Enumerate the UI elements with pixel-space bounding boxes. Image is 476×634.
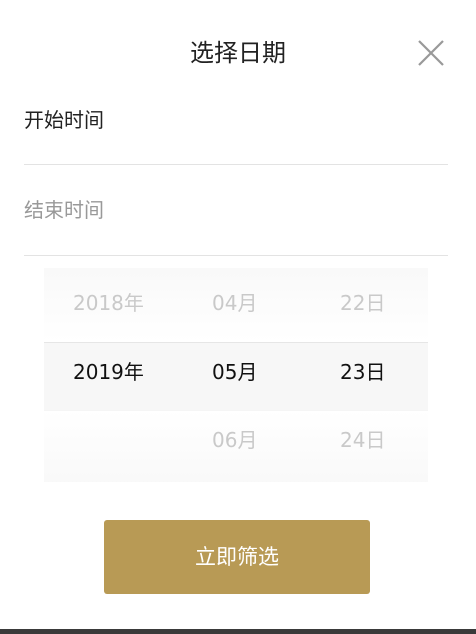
month-wheel[interactable]: 04月 05月 06月 bbox=[172, 268, 300, 482]
divider bbox=[24, 255, 448, 256]
date-wheel-picker[interactable]: 2018年 2019年 04月 05月 06月 22日 23日 24日 bbox=[44, 268, 428, 482]
bottom-edge bbox=[0, 629, 476, 634]
filter-now-button[interactable]: 立即筛选 bbox=[104, 520, 370, 594]
end-time-field[interactable]: 结束时间 bbox=[24, 190, 448, 230]
day-wheel[interactable]: 22日 23日 24日 bbox=[300, 268, 428, 482]
date-picker-dialog: 选择日期 开始时间 结束时间 2018年 2019年 04月 05月 06月 2… bbox=[0, 0, 476, 629]
day-option[interactable]: 22日 bbox=[300, 288, 468, 318]
start-time-field[interactable]: 开始时间 bbox=[24, 100, 448, 140]
day-option-selected[interactable]: 23日 bbox=[300, 357, 468, 387]
day-option[interactable]: 24日 bbox=[300, 425, 468, 455]
divider bbox=[24, 164, 448, 165]
close-icon[interactable] bbox=[414, 36, 448, 70]
year-wheel[interactable]: 2018年 2019年 bbox=[44, 268, 172, 482]
dialog-title: 选择日期 bbox=[190, 39, 286, 67]
